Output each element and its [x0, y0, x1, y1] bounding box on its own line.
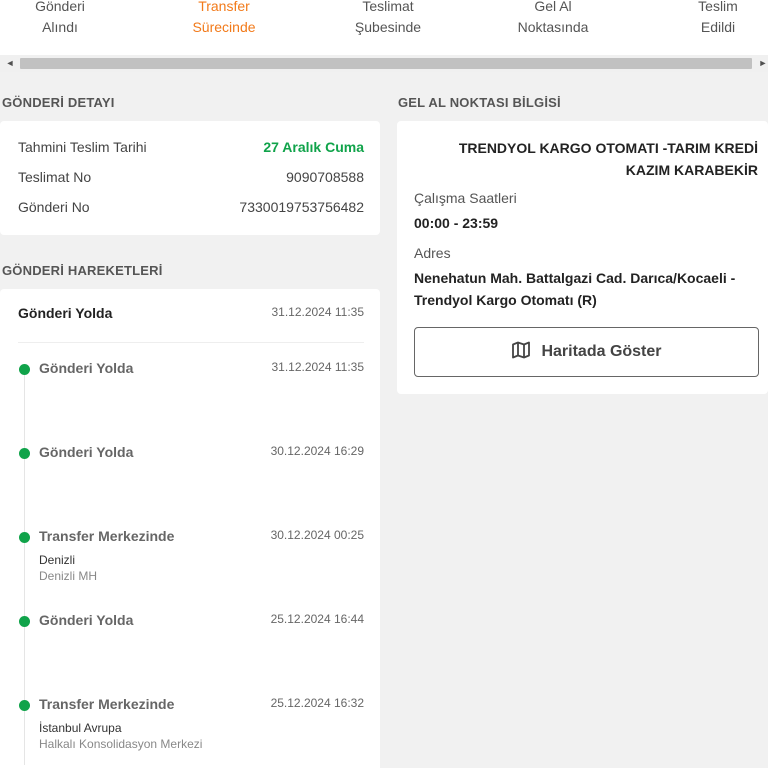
- event-facility: Halkalı Konsolidasyon Merkezi: [39, 737, 203, 751]
- event-location: Denizli: [39, 553, 76, 567]
- movements-card: Gönderi Yolda 31.12.2024 11:35 Gönderi Y…: [0, 289, 380, 768]
- latest-status: Gönderi Yolda 31.12.2024 11:35: [18, 305, 364, 321]
- step-label: Teslimat: [362, 0, 414, 14]
- step-transfer: Transfer Sürecinde: [164, 0, 284, 38]
- scroll-left-icon[interactable]: ◄: [3, 55, 17, 72]
- show-on-map-label: Haritada Göster: [541, 343, 662, 360]
- step-delivery-branch: Teslimat Şubesinde: [328, 0, 448, 38]
- step-label: Transfer: [198, 0, 250, 14]
- detail-row-delivery-no: Teslimat No 9090708588: [18, 169, 364, 185]
- latest-status-date: 31.12.2024 11:35: [271, 305, 364, 319]
- event-title: Transfer Merkezinde: [39, 696, 175, 712]
- show-on-map-button[interactable]: Haritada Göster: [414, 327, 759, 377]
- event-date: 30.12.2024 16:29: [270, 444, 364, 458]
- latest-status-title: Gönderi Yolda: [18, 305, 113, 321]
- pickup-section-title: GEL AL NOKTASI BİLGİSİ: [398, 95, 561, 110]
- map-icon: [511, 340, 531, 365]
- scrollbar-thumb[interactable]: [20, 58, 752, 69]
- working-hours-value: 00:00 - 23:59: [414, 215, 499, 231]
- event-date: 25.12.2024 16:44: [270, 612, 364, 626]
- event-facility: Denizli MH: [39, 569, 98, 583]
- event-date: 31.12.2024 11:35: [271, 360, 364, 374]
- step-label: Noktasında: [517, 19, 589, 35]
- movements-section-title: GÖNDERİ HAREKETLERİ: [2, 263, 163, 278]
- status-dot-icon: [19, 616, 30, 627]
- detail-label: Tahmini Teslim Tarihi: [18, 139, 147, 155]
- step-label: Sürecinde: [192, 19, 256, 35]
- horizontal-scrollbar[interactable]: ◄ ►: [0, 55, 768, 72]
- shipment-no-value: 7330019753756482: [239, 199, 364, 215]
- detail-card: Tahmini Teslim Tarihi 27 Aralık Cuma Tes…: [0, 121, 380, 235]
- event-title: Transfer Merkezinde: [39, 528, 175, 544]
- step-label: Teslim: [698, 0, 738, 14]
- estimated-date-value: 27 Aralık Cuma: [263, 139, 364, 155]
- scroll-right-icon[interactable]: ►: [756, 55, 768, 72]
- step-pickup-point: Gel Al Noktasında: [493, 0, 613, 38]
- step-label: Şubesinde: [354, 19, 422, 35]
- divider: [18, 342, 364, 343]
- step-received: Gönderi Alındı: [0, 0, 120, 38]
- detail-section-title: GÖNDERİ DETAYI: [2, 95, 115, 110]
- step-label: Gönderi: [35, 0, 85, 14]
- step-label: Alındı: [42, 19, 78, 35]
- step-label: Edildi: [700, 19, 736, 35]
- event-date: 25.12.2024 16:32: [270, 696, 364, 710]
- delivery-no-value: 9090708588: [286, 169, 364, 185]
- pickup-point-name: TRENDYOL KARGO OTOMATI -TARIM KREDİ KAZI…: [458, 140, 758, 178]
- status-dot-icon: [19, 532, 30, 543]
- status-dot-icon: [19, 700, 30, 711]
- event-date: 30.12.2024 00:25: [270, 528, 364, 542]
- event-title: Gönderi Yolda: [39, 612, 134, 628]
- detail-row-shipment-no: Gönderi No 7330019753756482: [18, 199, 364, 215]
- event-title: Gönderi Yolda: [39, 360, 134, 376]
- pickup-card: TRENDYOL KARGO OTOMATI -TARIM KREDİ KAZI…: [397, 121, 768, 394]
- event-title: Gönderi Yolda: [39, 444, 134, 460]
- detail-row-estimated-date: Tahmini Teslim Tarihi 27 Aralık Cuma: [18, 139, 364, 155]
- event-location: İstanbul Avrupa: [39, 721, 122, 735]
- working-hours-label: Çalışma Saatleri: [414, 190, 517, 206]
- step-label: Gel Al: [534, 0, 572, 14]
- status-dot-icon: [19, 448, 30, 459]
- shipment-progress-steps: Gönderi Alındı Transfer Sürecinde Teslim…: [0, 0, 768, 55]
- detail-label: Teslimat No: [18, 169, 92, 185]
- status-dot-icon: [19, 364, 30, 375]
- address-label: Adres: [414, 245, 451, 261]
- detail-label: Gönderi No: [18, 199, 90, 215]
- step-delivered: Teslim Edildi: [658, 0, 768, 38]
- address-value: Nenehatun Mah. Battalgazi Cad. Darıca/Ko…: [414, 270, 736, 308]
